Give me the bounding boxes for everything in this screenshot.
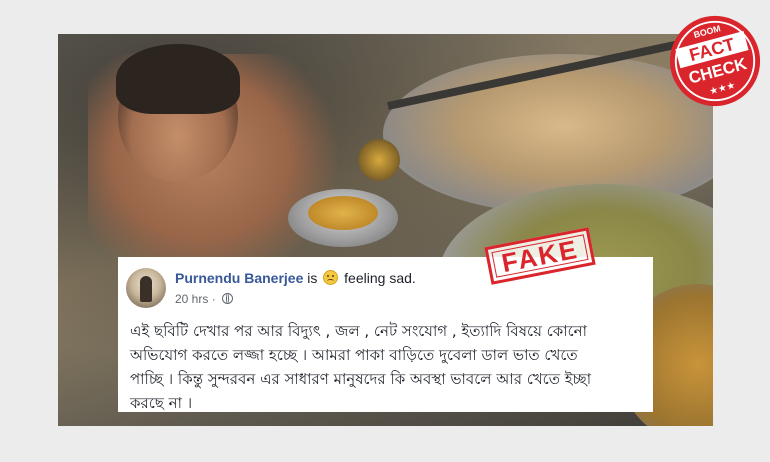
post-header: Purnendu Banerjee is feeling sad.	[175, 270, 416, 286]
ladle	[358, 139, 400, 181]
plate-food	[308, 196, 378, 230]
post-time[interactable]: 20 hrs	[175, 292, 208, 306]
sad-face-icon	[323, 270, 339, 285]
avatar[interactable]	[126, 268, 166, 308]
is-text: is	[307, 270, 318, 286]
child-hair	[116, 44, 240, 114]
post-meta: 20 hrs ·	[175, 292, 234, 306]
boom-fact-check-badge: BOOM FACT CHECK ★★★	[666, 12, 764, 110]
post-body-line: করছে না ।	[130, 394, 193, 412]
fact-check-seal: BOOM FACT CHECK ★★★	[669, 15, 761, 107]
author-name[interactable]: Purnendu Banerjee	[175, 270, 303, 286]
facebook-post-card: Purnendu Banerjee is feeling sad. 20 hrs…	[118, 257, 653, 412]
globe-icon[interactable]	[222, 293, 234, 304]
post-body: এই ছবিটি দেখার পর আর বিদ্যুৎ , জল , নেট …	[130, 319, 645, 415]
feeling-text: feeling sad.	[344, 270, 416, 286]
post-body-line: এই ছবিটি দেখার পর আর বিদ্যুৎ , জল , নেট …	[130, 322, 587, 340]
meta-separator: ·	[211, 292, 216, 306]
post-body-line: অভিযোগ করতে লজ্জা হচ্ছে । আমরা পাকা বাড়…	[130, 346, 578, 364]
post-body-line: পাচ্ছি । কিন্তু সুন্দরবন এর সাধারণ মানুষ…	[130, 370, 592, 388]
